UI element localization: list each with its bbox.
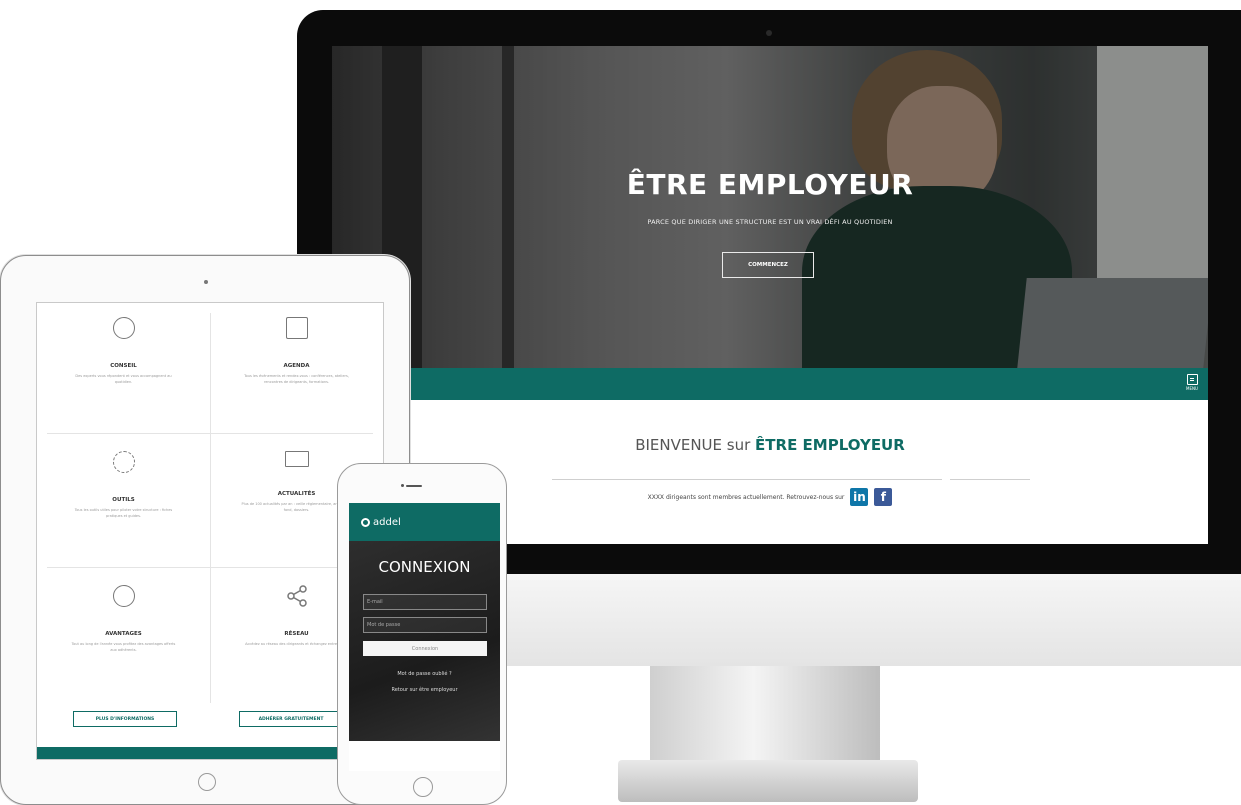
divider [950, 479, 1030, 480]
monitor-camera [766, 30, 772, 36]
start-button[interactable]: COMMENCEZ [722, 252, 814, 278]
menu-icon [1186, 374, 1198, 385]
gear-icon [112, 451, 135, 473]
feature-card[interactable]: AGENDA Tous les événements et rendez-vou… [210, 303, 383, 427]
phone-camera [401, 484, 404, 487]
tablet-home-button [198, 773, 216, 791]
welcome-heading: BIENVENUE sur ÊTRE EMPLOYEUR [635, 436, 905, 454]
divider [552, 479, 942, 480]
phone-home-button [413, 777, 433, 797]
phone-screen: addel CONNEXION E-mail Mot de passe Conn… [349, 503, 500, 771]
login-title: CONNEXION [378, 558, 471, 576]
password-field[interactable]: Mot de passe [363, 617, 487, 633]
email-field[interactable]: E-mail [363, 594, 487, 610]
hero-title: ÊTRE EMPLOYEUR [626, 168, 914, 201]
feature-card[interactable]: AVANTAGES Tout au long de l'année vous p… [37, 571, 210, 695]
menu-button[interactable]: MENU [1184, 374, 1200, 394]
facebook-icon[interactable]: f [874, 488, 893, 506]
menu-label: MENU [1186, 386, 1198, 391]
linkedin-icon[interactable]: in [850, 488, 869, 506]
newspaper-icon [284, 451, 309, 467]
addel-logo-icon [361, 517, 370, 527]
share-icon [286, 585, 308, 607]
login-button[interactable]: Connexion [363, 641, 487, 656]
tablet-screen: CONSEIL Des experts vous répondent et vo… [36, 302, 384, 760]
tablet-footer-bar [37, 747, 383, 759]
feature-card[interactable]: OUTILS Tous les outils utiles pour pilot… [37, 437, 210, 561]
tablet-camera [204, 280, 208, 284]
monitor-foot [618, 760, 918, 802]
back-link[interactable]: Retour sur être employeur [349, 687, 500, 693]
phone-brand: addel [373, 516, 401, 528]
hero-subtitle: PARCE QUE DIRIGER UNE STRUCTURE EST UN V… [647, 218, 893, 226]
hero-banner: ÊTRE EMPLOYEUR PARCE QUE DIRIGER UNE STR… [332, 46, 1208, 368]
monitor-stand [650, 666, 880, 766]
forgot-password-link[interactable]: Mot de passe oublié ? [349, 671, 500, 677]
calendar-icon [285, 317, 308, 339]
responsive-mockup: ÊTRE EMPLOYEUR PARCE QUE DIRIGER UNE STR… [0, 0, 1241, 805]
welcome-brand: ÊTRE EMPLOYEUR [755, 436, 905, 454]
feature-card[interactable]: CONSEIL Des experts vous répondent et vo… [37, 303, 210, 427]
plus-icon [112, 585, 135, 607]
more-info-button[interactable]: PLUS D'INFORMATIONS [73, 711, 177, 727]
phone-header: addel [349, 503, 500, 541]
members-text: XXXX dirigeants sont membres actuellemen… [647, 493, 845, 501]
compass-icon [112, 317, 135, 339]
nav-bar [332, 368, 1208, 400]
phone-footer [349, 741, 500, 771]
join-button[interactable]: ADHÉRER GRATUITEMENT [239, 711, 343, 727]
phone-speaker [406, 485, 422, 487]
feature-grid: CONSEIL Des experts vous répondent et vo… [37, 303, 383, 703]
